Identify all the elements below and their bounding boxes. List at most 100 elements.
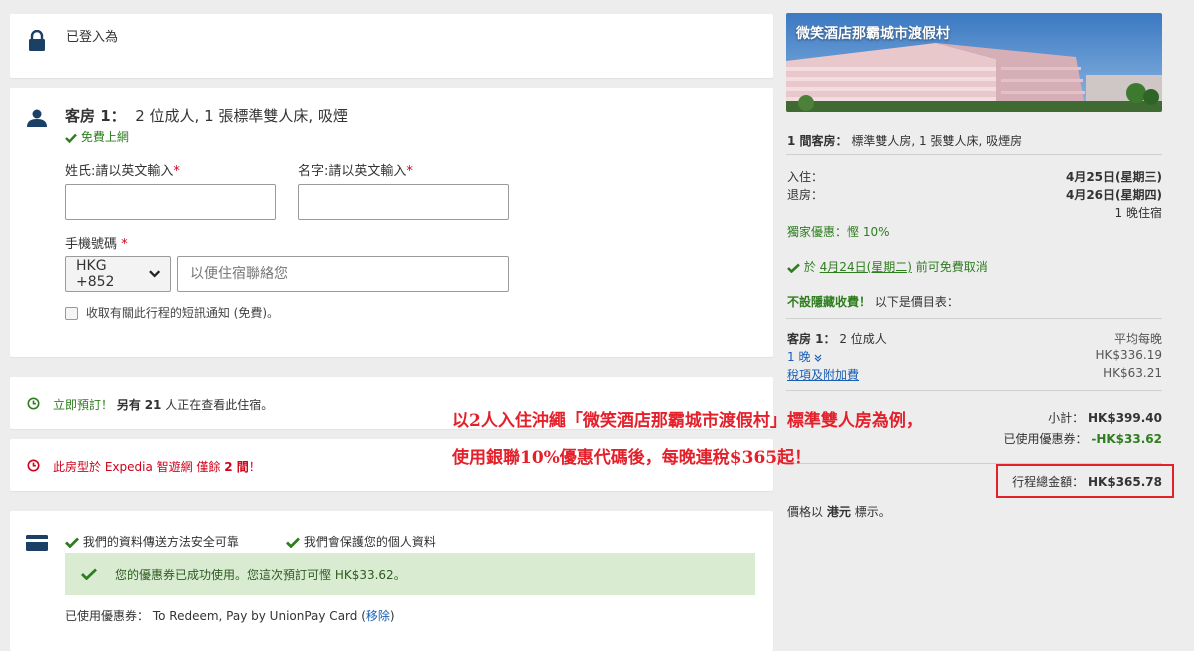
country-code-value: HKG +852 bbox=[76, 258, 115, 290]
wifi-text: 免費上網 bbox=[80, 130, 129, 144]
free-cancel-row: 於 4月24日(星期二) 前可免費取消 bbox=[787, 258, 988, 275]
coupon-discount-value: -HK$33.62 bbox=[1091, 432, 1162, 446]
surname-label: 姓氏:請以英文輸入* bbox=[65, 160, 180, 179]
country-code-select[interactable]: HKG +852 bbox=[65, 256, 171, 292]
rooms-desc: 標準雙人房, 1 張雙人床, 吸煙房 bbox=[851, 134, 1023, 148]
sms-checkbox[interactable] bbox=[65, 307, 78, 320]
coupon-success-text: 您的優惠券已成功使用。您這次預訂可慳 HK$33.62。 bbox=[115, 568, 406, 582]
tax-link[interactable]: 稅項及附加費 bbox=[787, 366, 859, 383]
avg-per-night-label: 平均每晚 bbox=[1113, 332, 1162, 346]
book-now-prefix: 立即預訂！ bbox=[53, 398, 114, 412]
room-title-desc: 2 位成人, 1 張標準雙人床, 吸煙 bbox=[135, 107, 348, 125]
subtotal-label: 小計： bbox=[1048, 411, 1085, 425]
check-icon bbox=[65, 537, 79, 548]
credit-card-icon bbox=[26, 535, 48, 555]
privacy-note: 我們會保護您的個人資料 bbox=[286, 533, 436, 550]
checkin-label: 入住： bbox=[787, 170, 824, 184]
check-icon bbox=[81, 568, 97, 580]
person-icon bbox=[26, 109, 48, 131]
currency-note: 價格以 港元 標示。 bbox=[787, 503, 891, 520]
checkin-date: 4月25日(星期三) bbox=[1065, 170, 1162, 184]
chevron-down-icon bbox=[148, 270, 160, 278]
sms-option: 收取有關此行程的短訊通知 (免費)。 bbox=[65, 304, 279, 321]
price-list-text: 以下是價目表： bbox=[874, 295, 959, 309]
cancel-date-link[interactable]: 4月24日(星期二) bbox=[820, 260, 912, 274]
nights-count: 1 晚住宿 bbox=[1114, 206, 1162, 220]
total-label: 行程總金額： bbox=[1012, 475, 1085, 489]
divider bbox=[786, 390, 1162, 391]
cancel-suffix: 前可免費取消 bbox=[915, 260, 988, 274]
given-name-input[interactable] bbox=[298, 184, 509, 220]
book-now-text-a: 另有 bbox=[116, 398, 141, 412]
payment-card: 我們的資料傳送方法安全可靠 我們會保護您的個人資料 您的優惠券已成功使用。您這次… bbox=[10, 511, 773, 651]
required-mark: * bbox=[406, 164, 413, 179]
total-value: HK$365.78 bbox=[1088, 475, 1162, 489]
room-guest-card: 客房 1： 2 位成人, 1 張標準雙人床, 吸煙 免費上網 姓氏:請以英文輸入… bbox=[10, 88, 773, 357]
cancel-prefix: 於 bbox=[803, 260, 816, 274]
scarcity-prefix: 此房型於 Expedia 智遊網 僅餘 bbox=[53, 460, 221, 474]
phone-label: 手機號碼 * bbox=[65, 233, 128, 252]
annotation-line-1: 以2人入住沖繩「微笑酒店那霸城市渡假村」標準雙人房為例， bbox=[452, 411, 923, 431]
fee-note: 不設隱藏收費！ 以下是價目表： bbox=[787, 293, 959, 310]
clock-icon bbox=[27, 397, 40, 414]
coupon-success-banner: 您的優惠券已成功使用。您這次預訂可慳 HK$33.62。 bbox=[65, 553, 755, 595]
phone-input[interactable] bbox=[177, 256, 509, 292]
surname-input[interactable] bbox=[65, 184, 276, 220]
tax-price: HK$63.21 bbox=[1103, 366, 1162, 380]
phone-label-text: 手機號碼 bbox=[65, 237, 118, 252]
room1-desc: 2 位成人 bbox=[839, 332, 887, 346]
chevron-down-icon bbox=[814, 354, 822, 362]
check-icon bbox=[65, 133, 77, 143]
rooms-summary: 1 間客房： 標準雙人房, 1 張雙人床, 吸煙房 bbox=[787, 132, 1022, 149]
currency-a: 價格以 bbox=[787, 505, 824, 519]
deal-text: 獨家優惠：慳 10% bbox=[787, 225, 890, 239]
night-price: HK$336.19 bbox=[1095, 348, 1162, 362]
nights-link: 1 晚 bbox=[787, 350, 811, 364]
room-title-label: 客房 1： bbox=[65, 107, 126, 125]
required-mark: * bbox=[121, 237, 128, 252]
sms-label: 收取有關此行程的短訊通知 (免費)。 bbox=[85, 306, 280, 320]
coupon-discount-row: 已使用優惠券： -HK$33.62 bbox=[1004, 430, 1162, 447]
subtotal-value: HK$399.40 bbox=[1088, 411, 1162, 425]
nights-toggle[interactable]: 1 晚 bbox=[787, 348, 822, 365]
secure-transfer-note: 我們的資料傳送方法安全可靠 bbox=[65, 533, 239, 550]
logged-in-text: 已登入為 bbox=[66, 30, 119, 45]
required-mark: * bbox=[173, 164, 180, 179]
book-now-text-b: 人正在查看此住宿。 bbox=[165, 398, 274, 412]
clock-icon bbox=[27, 459, 40, 476]
scarcity-suffix: ！ bbox=[248, 460, 261, 474]
no-hidden-fee: 不設隱藏收費！ bbox=[787, 295, 872, 309]
login-card: 已登入為 bbox=[10, 14, 773, 78]
checkout-label: 退房： bbox=[787, 188, 824, 202]
lock-icon bbox=[28, 29, 46, 56]
currency-b: 港元 bbox=[826, 505, 851, 519]
rooms-label: 1 間客房： bbox=[787, 134, 848, 148]
room1-label: 客房 1： bbox=[787, 332, 836, 346]
room-title: 客房 1： 2 位成人, 1 張標準雙人床, 吸煙 bbox=[65, 105, 348, 126]
checkout-date: 4月26日(星期四) bbox=[1065, 188, 1162, 202]
annotation-line-2: 使用銀聯10%優惠代碼後，每晚連稅$365起！ bbox=[452, 448, 812, 468]
rooms-left: 2 間 bbox=[224, 460, 249, 474]
given-name-label: 名字:請以英文輸入* bbox=[298, 160, 413, 179]
hotel-image: 微笑酒店那霸城市渡假村 bbox=[786, 13, 1162, 112]
coupon-used-row: 已使用優惠券： To Redeem, Pay by UnionPay Card … bbox=[65, 607, 395, 624]
book-now-text: 立即預訂！ 另有 21 人正在查看此住宿。 bbox=[53, 396, 273, 413]
remove-coupon-link[interactable]: 移除 bbox=[366, 609, 390, 623]
currency-c: 標示。 bbox=[854, 505, 891, 519]
privacy-text: 我們會保護您的個人資料 bbox=[303, 535, 436, 549]
divider bbox=[786, 154, 1162, 155]
coupon-discount-label: 已使用優惠券： bbox=[1003, 432, 1088, 446]
surname-label-text: 姓氏:請以英文輸入 bbox=[65, 164, 174, 179]
coupon-name: To Redeem, Pay by UnionPay Card bbox=[152, 609, 358, 623]
total-row: 行程總金額： HK$365.78 bbox=[1012, 473, 1162, 490]
room1-row: 客房 1： 2 位成人 bbox=[787, 330, 887, 347]
remove-close: ) bbox=[389, 609, 395, 623]
check-icon bbox=[787, 263, 800, 273]
viewer-count: 21 bbox=[144, 398, 162, 412]
hotel-name[interactable]: 微笑酒店那霸城市渡假村 bbox=[796, 23, 950, 43]
wifi-note: 免費上網 bbox=[65, 128, 129, 145]
check-icon bbox=[286, 537, 300, 548]
subtotal-row: 小計： HK$399.40 bbox=[1048, 409, 1162, 426]
scarcity-text: 此房型於 Expedia 智遊網 僅餘 2 間！ bbox=[53, 458, 261, 475]
given-label-text: 名字:請以英文輸入 bbox=[298, 164, 407, 179]
